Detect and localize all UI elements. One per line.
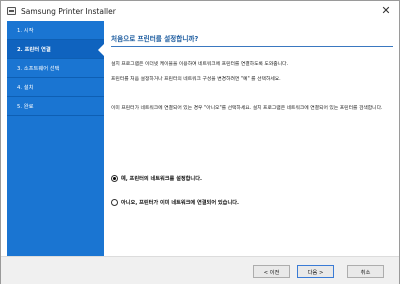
main-content: 처음으로 프린터를 설정합니까? 설치 프로그램은 이더넷 케이블을 이용하여 … <box>104 21 399 270</box>
steps-sidebar: 1. 시작 2. 프린터 연결 3. 소프트웨어 선택 4. 설치 5. 완료 <box>7 21 104 270</box>
back-button[interactable]: < 이전 <box>253 265 290 278</box>
title-bar: Samsung Printer Installer ✕ <box>1 1 399 21</box>
option-no-already-connected[interactable]: 아니오, 프린터가 이미 네트워크에 연결되어 있습니다. <box>111 199 239 206</box>
sidebar-item-printer-connection: 2. 프린터 연결 <box>7 40 104 59</box>
next-button[interactable]: 다음 > <box>297 265 334 278</box>
radio-no[interactable] <box>111 199 118 206</box>
page-title: 처음으로 프린터를 설정합니까? <box>111 35 199 43</box>
printer-icon <box>7 7 16 15</box>
button-bar: < 이전 다음 > 취소 <box>1 256 399 284</box>
no-instruction-paragraph: 이미 프린터가 네트워크에 연결되어 있는 경우 "아니오"를 선택하세요. 설… <box>111 106 383 111</box>
window-title: Samsung Printer Installer <box>21 6 116 16</box>
installer-window: Samsung Printer Installer ✕ 1. 시작 2. 프린터… <box>0 0 400 284</box>
sidebar-item-install: 4. 설치 <box>7 78 104 97</box>
title-divider <box>111 46 393 47</box>
option-no-label: 아니오, 프린터가 이미 네트워크에 연결되어 있습니다. <box>121 200 239 206</box>
cancel-button[interactable]: 취소 <box>347 265 384 278</box>
sidebar-item-start: 1. 시작 <box>7 21 104 40</box>
option-yes-label: 예, 프린터의 네트워크를 설정합니다. <box>121 176 202 182</box>
intro-paragraph: 설치 프로그램은 이더넷 케이블을 이용하여 네트워크에 프린터를 연결하도록 … <box>111 62 289 67</box>
close-button[interactable]: ✕ <box>379 4 393 18</box>
radio-yes[interactable] <box>111 175 118 182</box>
sidebar-item-software-selection: 3. 소프트웨어 선택 <box>7 59 104 78</box>
yes-instruction-paragraph: 프린터를 처음 설정하거나 프린터의 네트워크 구성을 변경하려면 "예" 를 … <box>111 77 281 82</box>
sidebar-item-finish: 5. 완료 <box>7 97 104 116</box>
option-yes-setup-network[interactable]: 예, 프린터의 네트워크를 설정합니다. <box>111 175 202 182</box>
